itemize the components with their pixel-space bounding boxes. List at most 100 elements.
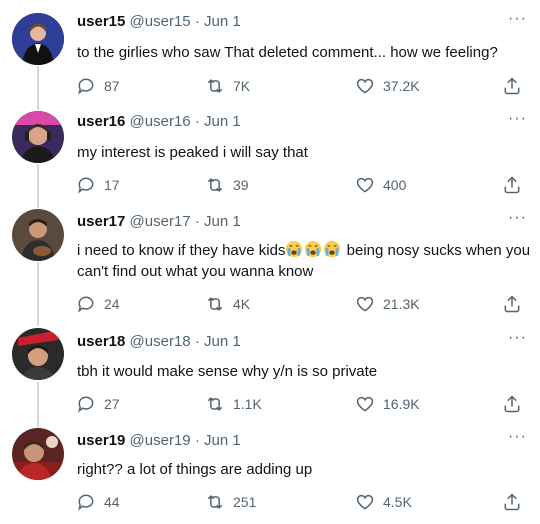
retweet-count: 39 xyxy=(233,177,249,193)
tweet-date[interactable]: Jun 1 xyxy=(204,432,241,449)
share-icon xyxy=(504,295,520,313)
separator: · xyxy=(194,213,200,230)
avatar[interactable] xyxy=(12,111,64,163)
retweet-count: 1.1K xyxy=(233,396,262,412)
tweet-header: user16 @user16 · Jun 1 xyxy=(77,113,241,131)
user-handle[interactable]: @user18 xyxy=(130,333,191,350)
share-button[interactable] xyxy=(502,492,522,517)
avatar[interactable] xyxy=(12,209,64,261)
loudly-crying-face-icon xyxy=(286,240,303,258)
thread-line xyxy=(37,262,39,326)
loudly-crying-face-icon xyxy=(305,240,322,258)
tweet-header: user15 @user15 · Jun 1 xyxy=(77,13,241,31)
share-button[interactable] xyxy=(502,175,522,200)
username[interactable]: user17 xyxy=(77,213,125,230)
share-icon xyxy=(504,176,520,194)
reply-count: 27 xyxy=(104,396,120,412)
tweet-text-part: i need to know if they have kids xyxy=(77,242,286,259)
reply-icon xyxy=(78,296,94,313)
like-button[interactable]: 16.9K xyxy=(355,394,420,414)
retweet-button[interactable]: 4K xyxy=(205,294,250,314)
separator: · xyxy=(194,432,200,449)
retweet-button[interactable]: 39 xyxy=(205,175,249,195)
username[interactable]: user19 xyxy=(77,432,125,449)
share-icon xyxy=(504,77,520,95)
reply-icon xyxy=(78,396,94,413)
tweet-date[interactable]: Jun 1 xyxy=(204,213,241,230)
user-handle[interactable]: @user17 xyxy=(130,213,191,230)
more-options-button[interactable]: ··· xyxy=(508,428,527,446)
reply-button[interactable]: 44 xyxy=(76,492,120,512)
retweet-icon xyxy=(207,178,223,192)
more-options-button[interactable]: ··· xyxy=(508,10,527,28)
retweet-button[interactable]: 251 xyxy=(205,492,256,512)
tweet-header: user18 @user18 · Jun 1 xyxy=(77,333,241,351)
retweet-icon xyxy=(207,297,223,311)
user-handle[interactable]: @user16 xyxy=(130,113,191,130)
retweet-icon xyxy=(207,495,223,509)
share-icon xyxy=(504,395,520,413)
share-button[interactable] xyxy=(502,394,522,419)
tweet-header: user19 @user19 · Jun 1 xyxy=(77,432,241,450)
share-button[interactable] xyxy=(502,294,522,319)
share-button[interactable] xyxy=(502,76,522,101)
retweet-button[interactable]: 7K xyxy=(205,76,250,96)
like-icon xyxy=(356,78,374,94)
thread-line xyxy=(37,66,39,110)
reply-icon xyxy=(78,177,94,194)
tweet-text: tbh it would make sense why y/n is so pr… xyxy=(77,363,378,380)
reply-button[interactable]: 24 xyxy=(76,294,120,314)
separator: · xyxy=(194,113,200,130)
username[interactable]: user16 xyxy=(77,113,125,130)
avatar[interactable] xyxy=(12,428,64,480)
more-options-button[interactable]: ··· xyxy=(508,110,527,128)
retweet-button[interactable]: 1.1K xyxy=(205,394,262,414)
username[interactable]: user18 xyxy=(77,333,125,350)
loudly-crying-face-icon xyxy=(324,240,341,258)
reply-count: 87 xyxy=(104,78,120,94)
user-handle[interactable]: @user15 xyxy=(130,13,191,30)
like-count: 400 xyxy=(383,177,407,193)
retweet-count: 251 xyxy=(233,494,257,510)
tweet-date[interactable]: Jun 1 xyxy=(204,113,241,130)
share-icon xyxy=(504,493,520,511)
username[interactable]: user15 xyxy=(77,13,125,30)
reply-icon xyxy=(78,78,94,95)
reply-count: 24 xyxy=(104,296,120,312)
like-button[interactable]: 4.5K xyxy=(355,492,412,512)
like-button[interactable]: 400 xyxy=(355,175,406,195)
like-icon xyxy=(356,494,374,510)
tweet-date[interactable]: Jun 1 xyxy=(204,333,241,350)
reply-button[interactable]: 27 xyxy=(76,394,120,414)
thread-line xyxy=(37,164,39,208)
separator: · xyxy=(194,333,200,350)
tweet-text: my interest is peaked i will say that xyxy=(77,144,308,161)
tweet-date[interactable]: Jun 1 xyxy=(204,13,241,30)
like-count: 16.9K xyxy=(383,396,420,412)
like-icon xyxy=(356,177,374,193)
like-button[interactable]: 37.2K xyxy=(355,76,420,96)
retweet-count: 4K xyxy=(233,296,251,312)
more-options-button[interactable]: ··· xyxy=(508,209,527,227)
like-count: 4.5K xyxy=(383,494,412,510)
thread-line xyxy=(37,382,39,428)
like-button[interactable]: 21.3K xyxy=(355,294,420,314)
like-icon xyxy=(356,296,374,312)
tweet-text: i need to know if they have kids being n… xyxy=(77,240,532,282)
retweet-icon xyxy=(207,397,223,411)
user-handle[interactable]: @user19 xyxy=(130,432,191,449)
retweet-count: 7K xyxy=(233,78,251,94)
like-count: 37.2K xyxy=(383,78,420,94)
avatar[interactable] xyxy=(12,328,64,380)
reply-button[interactable]: 17 xyxy=(76,175,120,195)
more-options-button[interactable]: ··· xyxy=(508,329,527,347)
avatar[interactable] xyxy=(12,13,64,65)
tweet-text: right?? a lot of things are adding up xyxy=(77,461,313,478)
like-count: 21.3K xyxy=(383,296,420,312)
tweet-header: user17 @user17 · Jun 1 xyxy=(77,213,241,231)
reply-button[interactable]: 87 xyxy=(76,76,120,96)
like-icon xyxy=(356,396,374,412)
tweet-text: to the girlies who saw That deleted comm… xyxy=(77,44,498,61)
reply-count: 17 xyxy=(104,177,120,193)
retweet-icon xyxy=(207,79,223,93)
